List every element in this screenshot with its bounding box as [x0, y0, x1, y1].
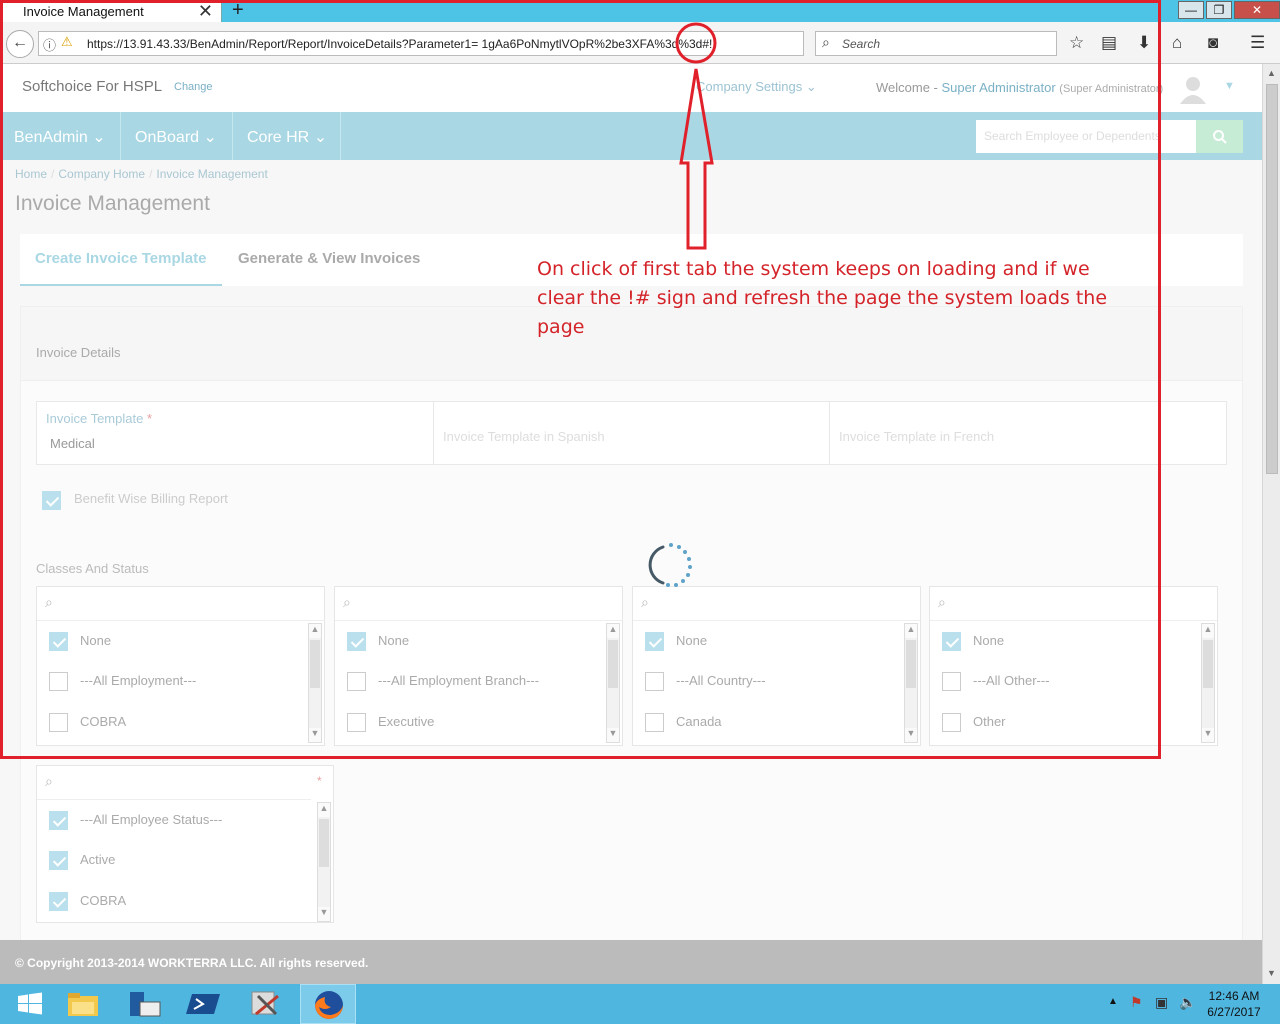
checkbox[interactable] — [49, 811, 68, 830]
list-item[interactable]: COBRA — [37, 881, 307, 921]
search-icon: ⌕ — [45, 773, 53, 789]
copyright-text: © Copyright 2013-2014 WORKTERRA LLC. All… — [15, 956, 369, 970]
list-scrollbar[interactable]: ▲ ▼ — [1201, 623, 1215, 743]
list-item[interactable]: Active — [37, 840, 307, 880]
network-icon[interactable]: ▣ — [1155, 994, 1168, 1011]
employee-status-list[interactable]: ⌕ * ---All Employee Status--- Active COBR… — [36, 765, 334, 923]
list-item[interactable]: ---All Employee Status--- — [37, 800, 307, 840]
file-explorer-icon[interactable] — [56, 984, 112, 1024]
list-search-input[interactable]: ⌕ * — [37, 766, 322, 800]
windows-taskbar: ▲ ⚑ ▣ 🔈 12:46 AM 6/27/2017 — [0, 984, 1280, 1024]
clock-time: 12:46 AM — [1208, 989, 1260, 1003]
firefox-taskbar-button[interactable] — [300, 984, 356, 1024]
system-clock[interactable]: 12:46 AM 6/27/2017 — [1204, 988, 1264, 1020]
action-center-icon[interactable]: ⚑ — [1130, 994, 1143, 1011]
annotation-arrow — [675, 22, 717, 250]
tools-icon[interactable] — [238, 984, 294, 1024]
powershell-icon[interactable] — [176, 984, 232, 1024]
clock-date: 6/27/2017 — [1207, 1005, 1261, 1019]
list-scrollbar[interactable]: ▲ ▼ — [317, 802, 331, 922]
show-hidden-icons-icon[interactable]: ▲ — [1108, 996, 1118, 1007]
server-manager-icon[interactable] — [116, 984, 172, 1024]
checkbox[interactable] — [49, 892, 68, 911]
volume-icon[interactable]: 🔈 — [1179, 994, 1196, 1011]
annotation-text: On click of first tab the system keeps o… — [537, 258, 1108, 338]
start-button[interactable] — [2, 984, 58, 1024]
required-mark: * — [317, 774, 322, 788]
windows-logo-icon — [18, 992, 42, 1015]
checkbox[interactable] — [49, 851, 68, 870]
firefox-icon — [315, 991, 343, 1019]
page-footer: © Copyright 2013-2014 WORKTERRA LLC. All… — [0, 940, 1262, 984]
